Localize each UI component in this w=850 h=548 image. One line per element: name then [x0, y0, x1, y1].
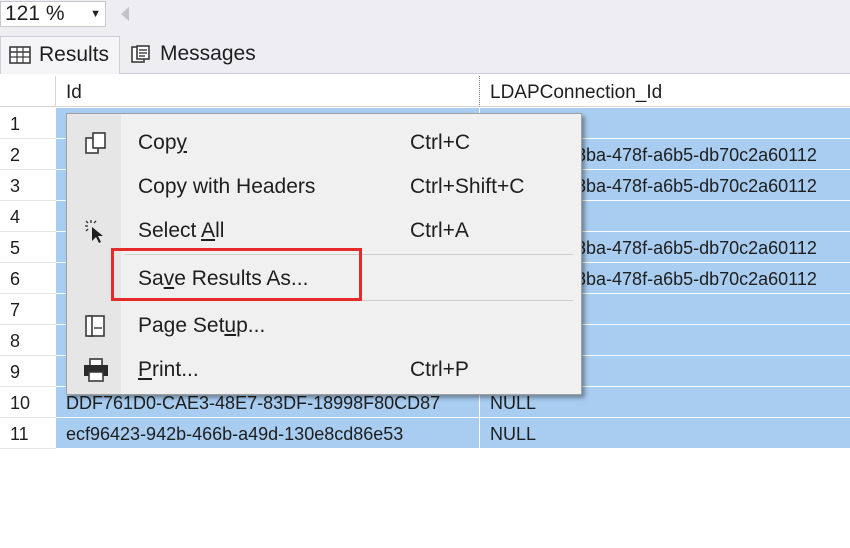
- tab-messages[interactable]: Messages: [122, 36, 270, 74]
- menu-item-label: Copy: [138, 131, 188, 154]
- page-setup-icon: [85, 315, 105, 337]
- menu-item-shortcut: Ctrl+A: [410, 219, 469, 242]
- menu-item-shortcut: Ctrl+C: [410, 131, 471, 154]
- highlight-annotation-box: [111, 248, 362, 301]
- tab-messages-label: Messages: [160, 42, 256, 65]
- row-number[interactable]: 2: [0, 139, 56, 170]
- menu-item-label: Print...: [138, 358, 199, 381]
- table-row[interactable]: 11 ecf96423-942b-466b-a49d-130e8cd86e53 …: [0, 418, 850, 449]
- chevron-down-icon[interactable]: ▼: [90, 2, 101, 26]
- grid-header: Id LDAPConnection_Id: [0, 76, 850, 107]
- zoom-value: 121 %: [5, 2, 65, 25]
- select-all-icon: [85, 220, 103, 243]
- results-toolbar: 121 % ▼: [0, 0, 850, 30]
- row-number[interactable]: 11: [0, 418, 56, 449]
- row-number[interactable]: 8: [0, 325, 56, 356]
- tab-results-label: Results: [39, 43, 110, 66]
- row-number-header[interactable]: [0, 76, 56, 107]
- row-number[interactable]: 4: [0, 201, 56, 232]
- row-number[interactable]: 10: [0, 387, 56, 418]
- tab-results[interactable]: Results: [0, 36, 120, 74]
- menu-item-label: Select All: [138, 219, 225, 242]
- scroll-left-icon[interactable]: [116, 3, 134, 25]
- row-number[interactable]: 6: [0, 263, 56, 294]
- printer-icon: [84, 358, 108, 382]
- menu-item-shortcut: Ctrl+Shift+C: [410, 175, 525, 198]
- column-header-ldapconnection-id[interactable]: LDAPConnection_Id: [480, 76, 850, 107]
- horizontal-scrollbar[interactable]: [136, 0, 850, 30]
- result-tabs: Results Messages: [0, 30, 850, 74]
- menu-item-label: Page Setup...: [138, 314, 266, 337]
- cell-id[interactable]: ecf96423-942b-466b-a49d-130e8cd86e53: [56, 418, 480, 449]
- messages-icon: [131, 45, 150, 63]
- row-number[interactable]: 9: [0, 356, 56, 387]
- copy-icon: [85, 132, 106, 154]
- menu-item-label: Copy with Headers: [138, 175, 316, 198]
- row-number[interactable]: 5: [0, 232, 56, 263]
- menu-item-shortcut: Ctrl+P: [410, 358, 469, 381]
- menu-item-select-all[interactable]: Select All Ctrl+A: [67, 209, 581, 253]
- row-number[interactable]: 7: [0, 294, 56, 325]
- menu-item-print[interactable]: Print... Ctrl+P: [67, 348, 581, 392]
- zoom-dropdown[interactable]: 121 % ▼: [0, 1, 106, 27]
- row-number[interactable]: 1: [0, 108, 56, 139]
- menu-item-copy-with-headers[interactable]: Copy with Headers Ctrl+Shift+C: [67, 165, 581, 209]
- menu-item-copy[interactable]: Copy Ctrl+C: [67, 121, 581, 165]
- grid-icon: [9, 46, 31, 64]
- column-header-id[interactable]: Id: [56, 76, 480, 107]
- menu-item-page-setup[interactable]: Page Setup...: [67, 304, 581, 348]
- cell-ldapconnection-id[interactable]: NULL: [480, 418, 850, 449]
- row-number[interactable]: 3: [0, 170, 56, 201]
